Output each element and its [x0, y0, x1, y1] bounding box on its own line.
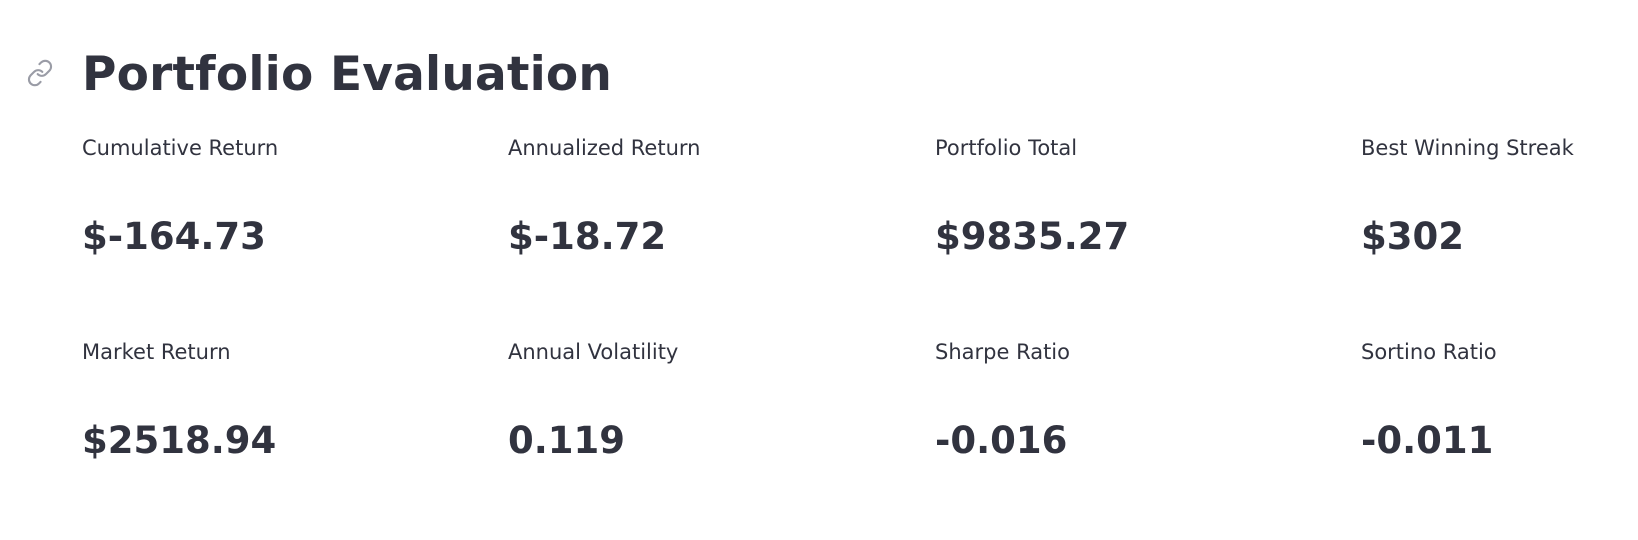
metrics-row-1: Cumulative Return $-164.73 Annualized Re… [82, 132, 1638, 336]
metric-label: Annual Volatility [508, 340, 679, 364]
metric-value: -0.016 [935, 419, 1068, 462]
metric-annual-volatility: Annual Volatility 0.119 [508, 336, 888, 466]
metric-label: Market Return [82, 340, 231, 364]
metric-value: $-18.72 [508, 215, 667, 258]
metric-value: $2518.94 [82, 419, 277, 462]
metric-sharpe-ratio: Sharpe Ratio -0.016 [935, 336, 1315, 466]
metric-value: -0.011 [1361, 419, 1494, 462]
page-title: Portfolio Evaluation [82, 47, 613, 102]
metric-label: Sortino Ratio [1361, 340, 1497, 364]
metric-sortino-ratio: Sortino Ratio -0.011 [1361, 336, 1638, 466]
metric-portfolio-total: Portfolio Total $9835.27 [935, 132, 1315, 262]
metrics-row-2: Market Return $2518.94 Annual Volatility… [82, 336, 1638, 540]
metric-annualized-return: Annualized Return $-18.72 [508, 132, 888, 262]
metric-label: Portfolio Total [935, 136, 1078, 160]
page-header: Portfolio Evaluation [0, 40, 1638, 110]
metric-value: $302 [1361, 215, 1464, 258]
metrics-grid: Cumulative Return $-164.73 Annualized Re… [82, 132, 1638, 540]
metric-label: Sharpe Ratio [935, 340, 1070, 364]
metric-value: $-164.73 [82, 215, 266, 258]
metric-value: 0.119 [508, 419, 626, 462]
metric-label: Cumulative Return [82, 136, 279, 160]
link-icon[interactable] [26, 59, 54, 87]
metric-label: Annualized Return [508, 136, 701, 160]
metric-label: Best Winning Streak [1361, 136, 1574, 160]
metric-value: $9835.27 [935, 215, 1130, 258]
metric-best-winning-streak: Best Winning Streak $302 [1361, 132, 1638, 262]
metric-cumulative-return: Cumulative Return $-164.73 [82, 132, 462, 262]
metric-market-return: Market Return $2518.94 [82, 336, 462, 466]
